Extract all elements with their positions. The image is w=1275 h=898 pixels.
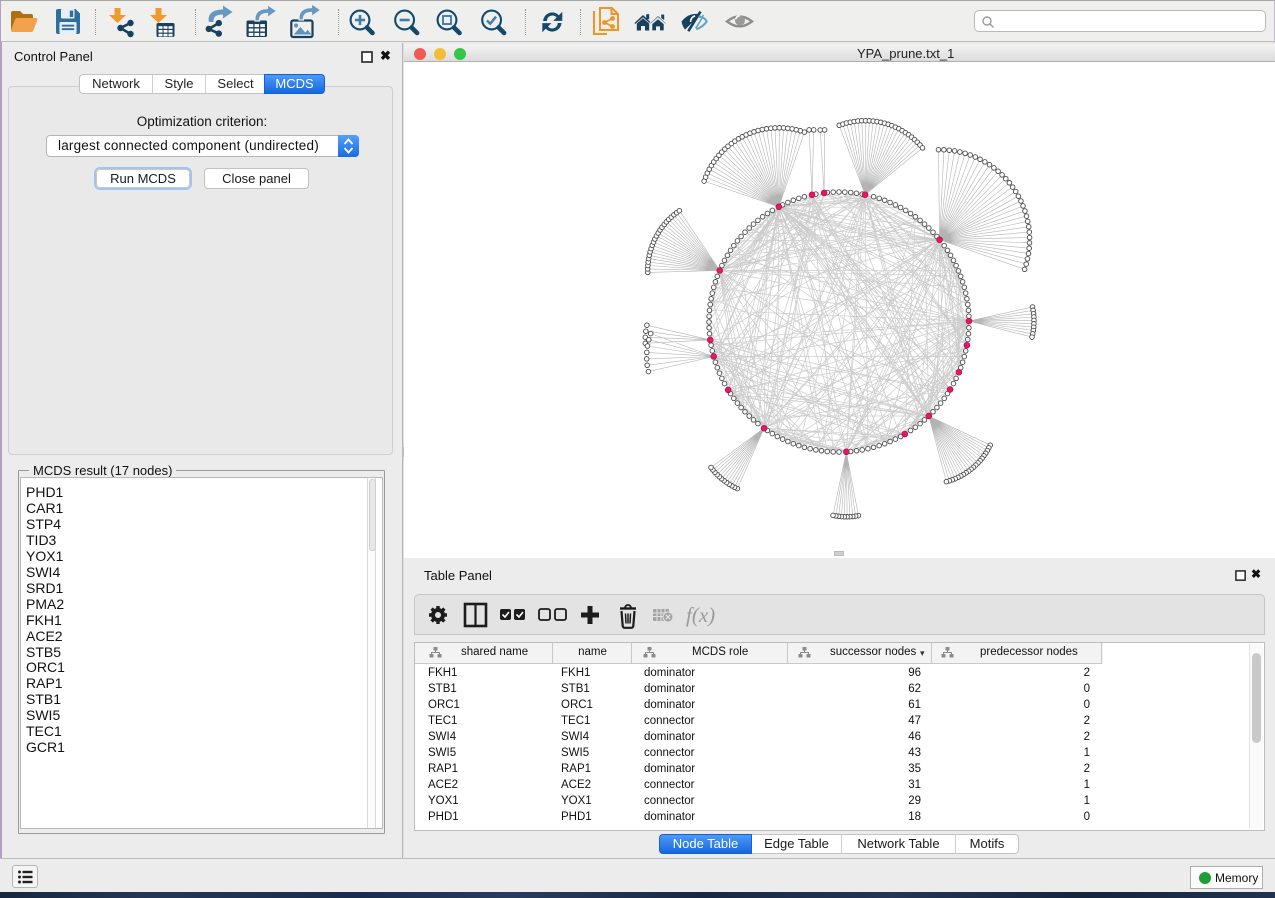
svg-text:f(x): f(x): [686, 603, 715, 627]
